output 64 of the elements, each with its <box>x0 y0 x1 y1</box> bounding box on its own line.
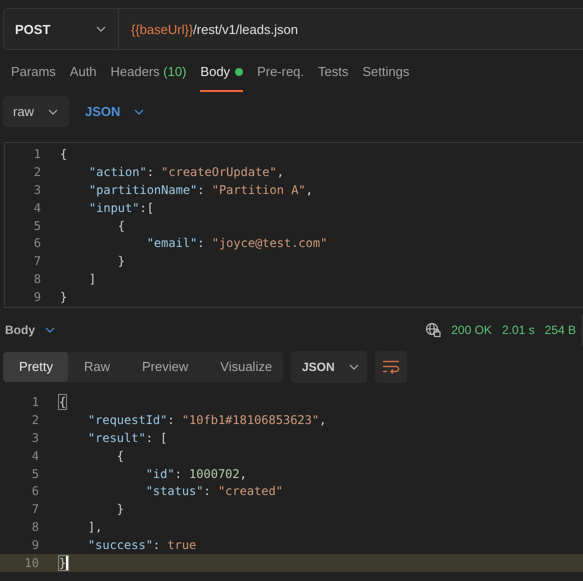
language-dropdown[interactable]: JSON <box>79 104 144 119</box>
chevron-down-icon <box>45 327 55 334</box>
code-line: { <box>116 218 126 232</box>
tab[interactable]: Params <box>11 54 56 92</box>
code-line: "input":[ <box>88 200 154 215</box>
format-dropdown[interactable]: JSON <box>291 350 367 383</box>
tab[interactable]: Auth <box>70 54 97 92</box>
code-line: } <box>60 290 68 304</box>
line-number: 3 <box>30 430 39 445</box>
code-line: "requestId": "10fb1#18106853623", <box>86 412 326 427</box>
chevron-down-icon <box>48 108 58 114</box>
view-tab[interactable]: Preview <box>126 352 204 382</box>
line-number: 8 <box>30 520 39 534</box>
response-size: 254 B <box>544 323 576 338</box>
line-number: 4 <box>32 200 41 215</box>
code-line: { <box>59 394 66 409</box>
line-number: 8 <box>32 272 41 286</box>
view-tab[interactable]: Raw <box>68 352 126 382</box>
code-line: "result": [ <box>86 430 168 445</box>
line-number: 2 <box>30 412 39 427</box>
tab[interactable]: Pre-req. <box>257 54 304 92</box>
status-code: 200 OK <box>451 323 492 338</box>
line-number: 7 <box>30 502 39 516</box>
line-number: 1 <box>30 394 39 409</box>
wrap-lines-icon <box>382 360 400 374</box>
response-body-dropdown[interactable]: Body <box>5 323 55 338</box>
code-line: } <box>116 502 124 516</box>
line-number: 5 <box>32 218 41 232</box>
tab[interactable]: Tests <box>318 54 348 92</box>
line-number: 5 <box>30 466 39 481</box>
line-number: 9 <box>30 538 39 552</box>
tab[interactable]: Settings <box>362 54 410 92</box>
tab[interactable]: Headers (10) <box>110 54 186 92</box>
chevron-down-icon <box>134 108 144 114</box>
tab[interactable]: Body <box>200 54 244 92</box>
code-line: "status": "created" <box>144 484 283 498</box>
code-line: "email": "joyce@test.com" <box>146 236 328 250</box>
code-line: } <box>59 556 68 570</box>
view-tab[interactable]: Visualize <box>204 352 288 382</box>
wrap-button[interactable] <box>375 350 407 383</box>
code-line: { <box>116 448 124 463</box>
line-number: 2 <box>32 164 41 179</box>
line-number: 9 <box>32 290 41 304</box>
code-line: ] <box>88 272 96 286</box>
line-number: 6 <box>32 236 41 250</box>
line-number: 3 <box>32 182 41 197</box>
line-number: 6 <box>30 484 39 498</box>
code-line: "success": true <box>86 538 196 552</box>
request-editor[interactable]: 1 { 2 "action": "createOrUpdate", 3 "partitionName": "Partition A", 4 "input":[ 5 { 6 "email": "joyce@test.com" 7 } 8 ] 9 } <box>4 142 583 308</box>
code-line: "id": 1000702, <box>144 466 247 481</box>
code-line: "partitionName": "Partition A", <box>88 182 313 197</box>
code-line: } <box>116 254 126 268</box>
response-time: 2.01 s <box>502 323 535 338</box>
code-line: ], <box>86 520 102 534</box>
chevron-down-icon <box>348 364 359 370</box>
line-number: 4 <box>30 448 39 463</box>
code-line: { <box>60 146 68 161</box>
code-line: "action": "createOrUpdate", <box>88 164 284 179</box>
view-tab[interactable]: Pretty <box>3 352 68 382</box>
line-number: 10 <box>24 556 39 570</box>
globe-lock-icon[interactable] <box>425 322 442 338</box>
line-number: 1 <box>32 146 41 161</box>
body-type-dropdown[interactable]: raw <box>3 96 69 127</box>
line-number: 7 <box>32 254 41 268</box>
